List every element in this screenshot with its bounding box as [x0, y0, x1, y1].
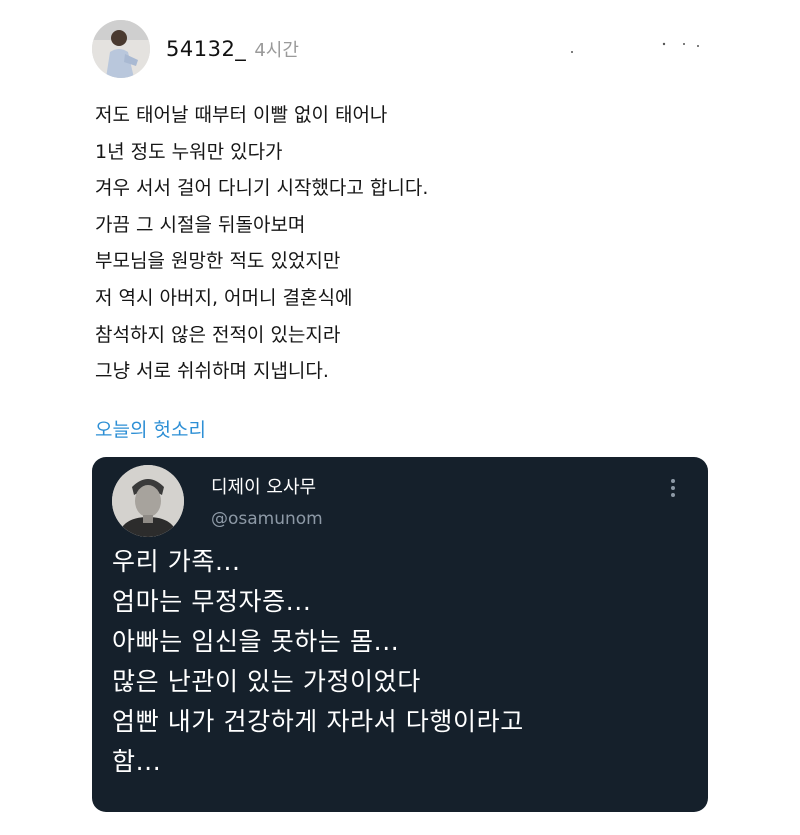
- post-line: 그냥 서로 쉬쉬하며 지냅니다.: [95, 360, 329, 383]
- post-line: 가끔 그 시절을 뒤돌아보며: [95, 213, 306, 236]
- quoted-tweet-text: 우리 가족... 엄마는 무정자증... 아빠는 임신을 못하는 몸... 많은…: [112, 542, 702, 782]
- post-line: 1년 정도 누워만 있다가: [95, 140, 283, 163]
- post-line: 참석하지 않은 전적이 있는지라: [95, 323, 341, 346]
- hashtag-link[interactable]: 오늘의 헛소리: [95, 415, 206, 442]
- vertical-dots-icon[interactable]: [668, 477, 678, 499]
- quoted-tweet-line: 엄빤 내가 건강하게 자라서 다행이라고: [112, 707, 524, 736]
- post-line: 부모님을 원망한 적도 있었지만: [95, 250, 341, 273]
- user-avatar-photo: [92, 20, 150, 78]
- user-avatar[interactable]: [92, 20, 150, 78]
- quoted-user-avatar[interactable]: [112, 465, 184, 537]
- post-text: 저도 태어날 때부터 이빨 없이 태어나 1년 정도 누워만 있다가 겨우 서서…: [95, 97, 715, 390]
- quoted-tweet-line: 아빠는 임신을 못하는 몸...: [112, 627, 400, 656]
- username[interactable]: 54132_: [166, 37, 246, 61]
- image-noise-dots: [571, 42, 699, 53]
- quoted-tweet-line: 엄마는 무정자증...: [112, 587, 312, 616]
- post-time: 4시간: [254, 40, 299, 61]
- post-line: 저도 태어날 때부터 이빨 없이 태어나: [95, 104, 388, 126]
- quoted-tweet-card[interactable]: 디제이 오사무 @osamunom 우리 가족... 엄마는 무정자증... 아…: [92, 457, 708, 812]
- quoted-tweet-line: 많은 난관이 있는 가정이었다: [112, 667, 421, 696]
- quoted-user-handle[interactable]: @osamunom: [211, 509, 323, 529]
- quoted-user-avatar-photo: [112, 465, 184, 537]
- post-header: 54132_ 4시간: [92, 20, 299, 78]
- quoted-tweet-line: 함...: [112, 747, 162, 776]
- post-line: 겨우 서서 걸어 다니기 시작했다고 합니다.: [95, 177, 429, 200]
- quoted-tweet-line: 우리 가족...: [112, 547, 241, 576]
- quoted-user-name[interactable]: 디제이 오사무: [211, 473, 316, 499]
- post-line: 저 역시 아버지, 어머니 결혼식에: [95, 286, 353, 309]
